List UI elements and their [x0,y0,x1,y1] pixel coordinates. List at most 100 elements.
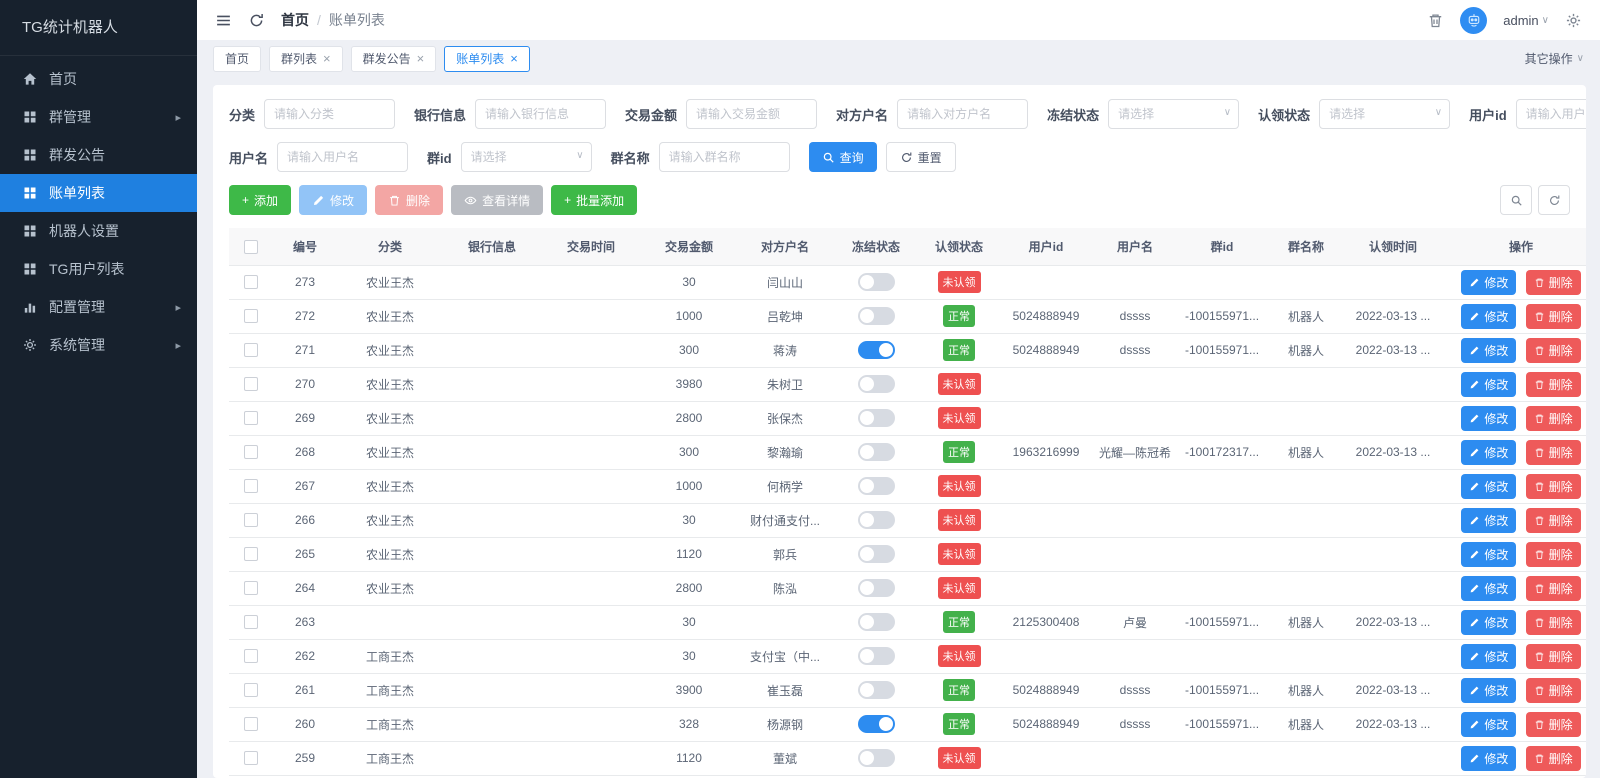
filter-input[interactable] [460,142,592,172]
row-delete-button[interactable]: 删除 [1525,609,1581,635]
row-delete-button[interactable]: 删除 [1525,507,1581,533]
row-edit-button[interactable]: 修改 [1461,269,1517,295]
page-tab[interactable]: 群发公告 × [350,45,437,72]
frozen-toggle[interactable] [857,647,895,665]
delete-toolbar-button[interactable]: 删除 [375,185,444,215]
filter-input[interactable] [264,99,396,129]
sidebar-item[interactable]: 配置管理 ▸ [0,288,197,326]
sidebar-item[interactable]: TG用户列表 ▸ [0,250,197,288]
sidebar-item[interactable]: 首页 ▸ [0,60,197,98]
sidebar-item[interactable]: 系统管理 ▸ [0,326,197,364]
row-checkbox[interactable] [244,343,258,358]
filter-input[interactable] [686,99,818,129]
filter-input[interactable] [1515,99,1586,129]
row-checkbox[interactable] [244,547,258,562]
reset-button[interactable]: 重置 [885,142,956,172]
filter-input[interactable] [1108,99,1240,129]
row-checkbox[interactable] [244,717,258,732]
row-edit-button[interactable]: 修改 [1461,677,1517,703]
frozen-toggle[interactable] [857,579,895,597]
row-delete-button[interactable]: 删除 [1525,269,1581,295]
row-delete-button[interactable]: 删除 [1525,677,1581,703]
row-delete-button[interactable]: 删除 [1525,575,1581,601]
frozen-toggle[interactable] [857,545,895,563]
page-tab[interactable]: 群列表 × [269,45,343,72]
row-delete-button[interactable]: 删除 [1525,643,1581,669]
tab-close-icon[interactable]: × [510,52,518,65]
row-delete-button[interactable]: 删除 [1525,541,1581,567]
frozen-toggle[interactable] [857,341,895,359]
frozen-toggle[interactable] [857,511,895,529]
row-checkbox[interactable] [244,445,258,460]
row-edit-button[interactable]: 修改 [1461,439,1517,465]
table-refresh-button[interactable] [1538,185,1570,215]
row-delete-button[interactable]: 删除 [1525,371,1581,397]
frozen-toggle[interactable] [857,443,895,461]
frozen-toggle[interactable] [857,273,895,291]
row-delete-button[interactable]: 删除 [1525,439,1581,465]
row-edit-button[interactable]: 修改 [1461,609,1517,635]
sidebar-item[interactable]: 群发公告 ▸ [0,136,197,174]
row-checkbox[interactable] [244,615,258,630]
row-edit-button[interactable]: 修改 [1461,371,1517,397]
view-detail-button[interactable]: 查看详情 [451,185,544,215]
avatar[interactable] [1460,6,1488,34]
hamburger-menu-icon[interactable] [215,12,232,29]
row-delete-button[interactable]: 删除 [1525,745,1581,771]
filter-input[interactable] [1319,99,1451,129]
settings-gear-icon[interactable] [1565,12,1582,29]
row-checkbox[interactable] [244,411,258,426]
row-edit-button[interactable]: 修改 [1461,507,1517,533]
row-edit-button[interactable]: 修改 [1461,405,1517,431]
row-delete-button[interactable]: 删除 [1525,337,1581,363]
filter-input[interactable] [277,142,409,172]
row-edit-button[interactable]: 修改 [1461,473,1517,499]
row-checkbox[interactable] [244,377,258,392]
row-edit-button[interactable]: 修改 [1461,575,1517,601]
filter-input[interactable] [658,142,790,172]
frozen-toggle[interactable] [857,307,895,325]
row-edit-button[interactable]: 修改 [1461,745,1517,771]
row-delete-button[interactable]: 删除 [1525,711,1581,737]
filter-input[interactable] [897,99,1029,129]
row-delete-button[interactable]: 删除 [1525,303,1581,329]
table-search-toggle-button[interactable] [1500,185,1532,215]
more-operations-dropdown[interactable]: 其它操作 ∨ [1525,50,1584,67]
row-checkbox[interactable] [244,751,258,766]
edit-toolbar-button[interactable]: 修改 [299,185,368,215]
frozen-toggle[interactable] [857,613,895,631]
row-checkbox[interactable] [244,479,258,494]
row-checkbox[interactable] [244,275,258,290]
page-tab[interactable]: 首页 × [213,45,262,72]
row-checkbox[interactable] [244,683,258,698]
refresh-icon[interactable] [248,12,265,29]
row-edit-button[interactable]: 修改 [1461,711,1517,737]
row-edit-button[interactable]: 修改 [1461,303,1517,329]
frozen-toggle[interactable] [857,375,895,393]
breadcrumb-home[interactable]: 首页 [281,10,309,30]
row-checkbox[interactable] [244,581,258,596]
row-edit-button[interactable]: 修改 [1461,643,1517,669]
search-button[interactable]: 查询 [808,142,877,172]
tab-close-icon[interactable]: × [417,52,425,65]
row-edit-button[interactable]: 修改 [1461,541,1517,567]
user-menu[interactable]: admin ∨ [1503,13,1549,28]
frozen-toggle[interactable] [857,749,895,767]
row-checkbox[interactable] [244,309,258,324]
page-tab[interactable]: 账单列表 × [444,45,530,72]
frozen-toggle[interactable] [857,715,895,733]
sidebar-item[interactable]: 机器人设置 ▸ [0,212,197,250]
add-button[interactable]: + 添加 [229,185,292,215]
filter-input[interactable] [475,99,607,129]
sidebar-item[interactable]: 账单列表 ▸ [0,174,197,212]
sidebar-item[interactable]: 群管理 ▸ [0,98,197,136]
frozen-toggle[interactable] [857,477,895,495]
row-delete-button[interactable]: 删除 [1525,405,1581,431]
select-all-checkbox[interactable] [244,239,258,254]
row-checkbox[interactable] [244,649,258,664]
row-checkbox[interactable] [244,513,258,528]
tab-close-icon[interactable]: × [323,52,331,65]
frozen-toggle[interactable] [857,681,895,699]
row-edit-button[interactable]: 修改 [1461,337,1517,363]
frozen-toggle[interactable] [857,409,895,427]
